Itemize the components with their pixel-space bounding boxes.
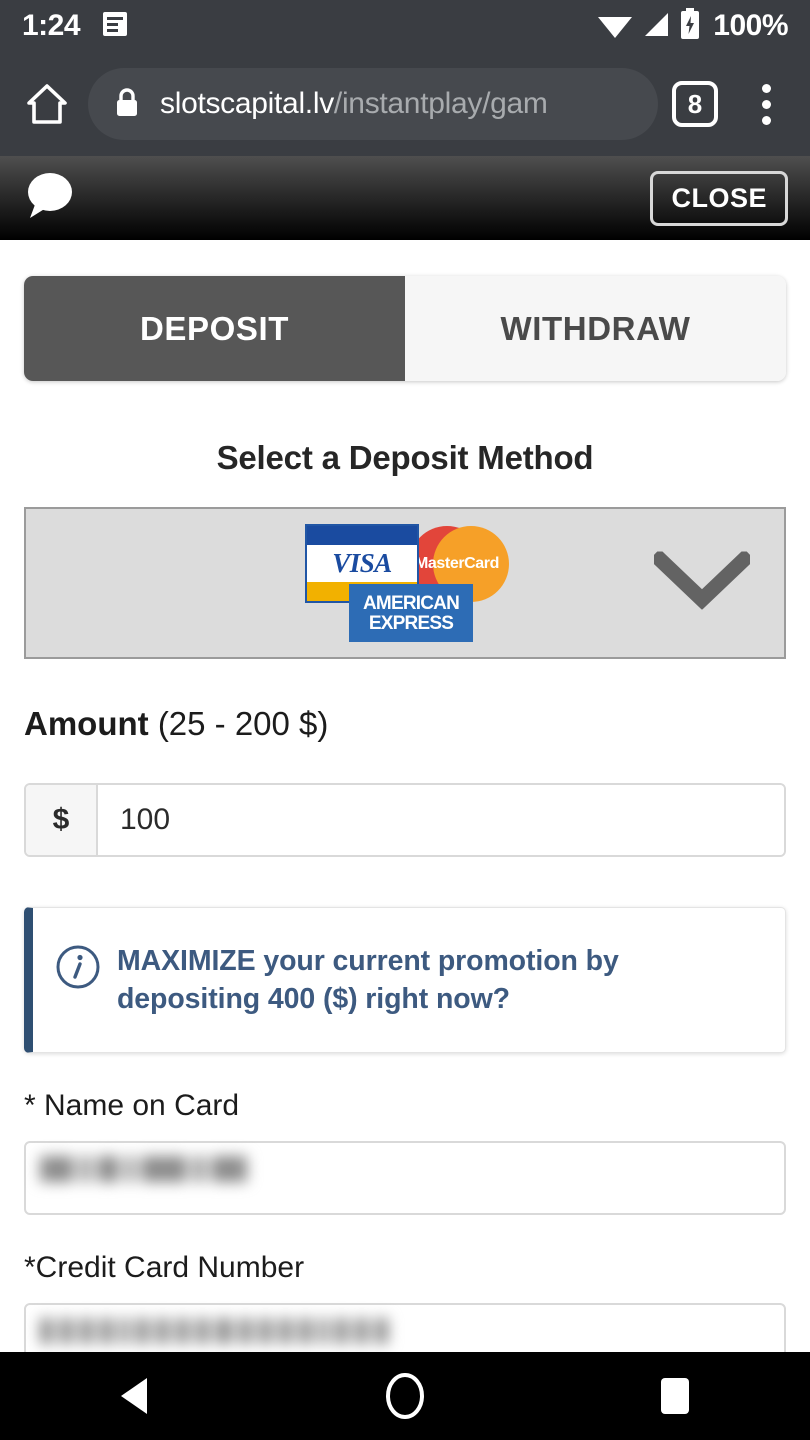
- promotion-alert: MAXIMIZE your current promotion by depos…: [24, 907, 786, 1054]
- tab-deposit[interactable]: DEPOSIT: [24, 276, 405, 381]
- cashier-page: DEPOSIT WITHDRAW Select a Deposit Method…: [0, 240, 810, 1380]
- status-bar-left: 1:24: [22, 9, 128, 43]
- amount-input[interactable]: [98, 785, 784, 855]
- chevron-down-icon[interactable]: [649, 548, 755, 615]
- name-on-card-wrapper: [24, 1123, 786, 1216]
- visa-wordmark: VISA: [307, 545, 417, 582]
- wifi-icon: [597, 9, 633, 44]
- amex-line-2: EXPRESS: [368, 612, 454, 634]
- deposit-method-select[interactable]: VISA MasterCard AMERICAN EXPRESS: [24, 507, 786, 659]
- american-express-logo: AMERICAN EXPRESS: [349, 584, 473, 642]
- name-on-card-label: * Name on Card: [24, 1089, 240, 1123]
- info-circle-icon: [55, 944, 101, 995]
- url-path: /instantplay/gam: [333, 87, 548, 120]
- battery-percent: 100%: [713, 9, 788, 42]
- status-bar: 1:24 100%: [0, 0, 810, 52]
- visa-text: VISA: [332, 548, 392, 578]
- three-dot-menu-icon[interactable]: [746, 76, 786, 132]
- visa-top-bar: [307, 526, 417, 545]
- page-title: Select a Deposit Method: [216, 439, 594, 476]
- amount-label: Amount (25 - 200 $): [24, 705, 786, 743]
- credit-card-number-label: *Credit Card Number: [24, 1251, 305, 1285]
- browser-toolbar: slotscapital.lv/instantplay/gam 8: [0, 52, 810, 156]
- home-circle-icon[interactable]: [345, 1370, 465, 1422]
- status-bar-right: 100%: [597, 7, 788, 45]
- url-text: slotscapital.lv/instantplay/gam: [160, 87, 548, 121]
- amount-input-group: $: [24, 783, 786, 857]
- url-bar[interactable]: slotscapital.lv/instantplay/gam: [88, 68, 658, 140]
- amount-label-range: (25 - 200 $): [157, 705, 329, 742]
- document-notification-icon: [102, 10, 128, 43]
- lock-secure-icon: [114, 86, 140, 123]
- cashier-tabs: DEPOSIT WITHDRAW: [24, 276, 786, 381]
- android-navigation-bar: [0, 1352, 810, 1440]
- cellular-signal-icon: [641, 9, 671, 44]
- name-on-card-input[interactable]: [24, 1141, 786, 1216]
- amount-label-bold: Amount: [24, 705, 149, 742]
- back-triangle-icon[interactable]: [75, 1373, 195, 1419]
- url-domain: slotscapital.lv: [160, 87, 334, 120]
- tab-switcher-button[interactable]: 8: [672, 81, 718, 127]
- card-brand-logos: VISA MasterCard AMERICAN EXPRESS: [305, 524, 509, 642]
- home-icon[interactable]: [14, 81, 80, 127]
- mastercard-text: MasterCard: [414, 555, 500, 572]
- recents-square-icon[interactable]: [615, 1374, 735, 1418]
- tab-withdraw[interactable]: WITHDRAW: [405, 276, 786, 381]
- chat-bubble-icon[interactable]: [22, 170, 78, 227]
- battery-charging-icon: [679, 7, 701, 45]
- amex-line-1: AMERICAN: [363, 592, 460, 614]
- game-overlay-toolbar: CLOSE: [0, 156, 810, 240]
- currency-symbol-addon: $: [26, 785, 98, 855]
- close-button[interactable]: CLOSE: [650, 170, 788, 226]
- promotion-alert-text: MAXIMIZE your current promotion by depos…: [117, 945, 619, 1016]
- status-time: 1:24: [22, 9, 81, 42]
